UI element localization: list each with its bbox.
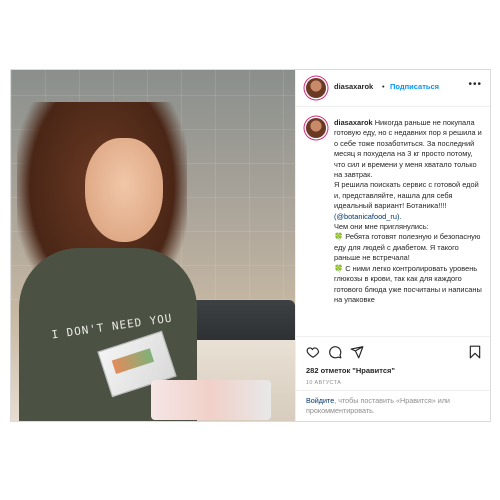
caption-paragraph-3: Чем они мне приглянулись: xyxy=(334,222,429,232)
comment-prompt: Войдите, чтобы поставить «Нравится» или … xyxy=(296,390,490,421)
more-icon[interactable]: ••• xyxy=(468,79,482,90)
likes-number: 282 отметок xyxy=(306,366,351,375)
follow-button[interactable]: Подписаться xyxy=(390,82,439,91)
avatar[interactable] xyxy=(306,78,326,98)
comment-icon[interactable] xyxy=(328,345,342,359)
photo-face xyxy=(85,138,163,242)
caption-paragraph-1: Никогда раньше не покупала готовую еду, … xyxy=(334,118,482,180)
caption-paragraph-2: Я решила поискать сервис с готовой едой … xyxy=(334,180,479,211)
bookmark-icon[interactable] xyxy=(468,345,482,359)
clover-emoji-icon: 🍀 xyxy=(334,263,344,273)
caption-bullet-1: Ребята готовят полезную и безопасную еду… xyxy=(334,232,481,263)
clover-emoji-icon: 🍀 xyxy=(334,232,344,242)
caption-username[interactable]: diasaxarok xyxy=(334,118,373,127)
caption-avatar[interactable] xyxy=(306,118,326,138)
post-caption: diasaxarok Никогда раньше не покупала го… xyxy=(296,108,490,338)
likes-label: "Нравится" xyxy=(352,366,395,375)
caption-bullet-2: С ними легко контролировать уровень глюк… xyxy=(334,263,482,304)
instagram-post-card: I DON'T NEED YOU diasaxarok • Подписатьс… xyxy=(10,69,491,422)
caption-text: diasaxarok Никогда раньше не покупала го… xyxy=(334,118,484,305)
post-actions xyxy=(296,336,490,367)
comment-prompt-text: Войдите, чтобы поставить «Нравится» или … xyxy=(306,396,484,416)
post-sidebar: diasaxarok • Подписаться ••• diasaxarok … xyxy=(295,70,490,421)
likes-count[interactable]: 282 отметок "Нравится" xyxy=(306,366,395,375)
post-date[interactable]: 10 АВГУСТА xyxy=(306,380,341,386)
caption-mention-link[interactable]: (@botanicafood_ru). xyxy=(334,212,402,221)
login-link[interactable]: Войдите xyxy=(306,396,334,405)
photo-meal-packs xyxy=(151,380,271,420)
header-separator: • xyxy=(382,82,385,91)
header-username[interactable]: diasaxarok xyxy=(334,82,373,91)
post-photo[interactable]: I DON'T NEED YOU xyxy=(11,70,295,421)
post-header: diasaxarok • Подписаться ••• xyxy=(296,70,490,107)
heart-icon[interactable] xyxy=(306,345,320,359)
share-icon[interactable] xyxy=(350,345,364,359)
